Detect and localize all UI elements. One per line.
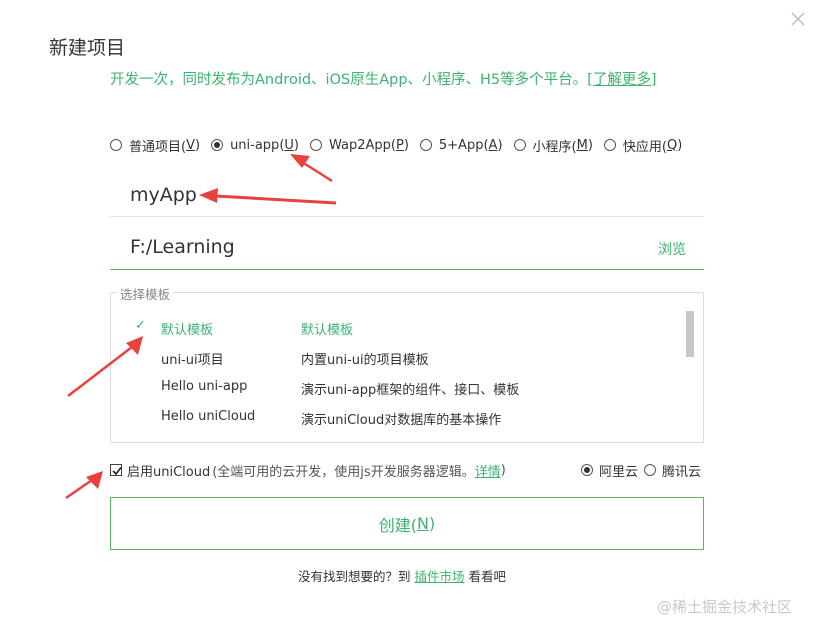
project-location-field: 浏览 — [110, 228, 704, 270]
radio-hotkey: A — [488, 137, 498, 153]
create-label-end: ) — [428, 514, 436, 533]
project-name-field — [110, 176, 704, 217]
radio-label: uni-app( — [230, 137, 285, 153]
template-item-hello-unicloud[interactable]: Hello uniCloud 演示uniCloud对数据库的基本操作 — [111, 407, 681, 429]
radio-label-end: ) — [194, 137, 201, 153]
template-name: Hello uniCloud — [161, 409, 256, 424]
dialog-subtitle: 开发一次，同时发布为Android、iOS原生App、小程序、H5等多个平台。[… — [110, 68, 657, 89]
template-desc: 默认模板 — [301, 323, 354, 338]
radio-label: 腾讯云 — [662, 464, 702, 480]
unicloud-label[interactable]: 启用uniCloud — [127, 461, 210, 480]
template-scrollbar[interactable] — [686, 311, 694, 357]
radio-circle[interactable] — [603, 139, 616, 151]
radio-5plus-app[interactable]: 5+App(A) — [419, 137, 503, 153]
learn-more-link[interactable]: [了解更多] — [587, 72, 656, 88]
template-name: uni-ui项目 — [161, 353, 224, 368]
radio-circle[interactable] — [211, 139, 224, 151]
checkmark-icon — [112, 467, 122, 476]
check-icon: ✓ — [135, 318, 146, 333]
radio-label: 普通项目( — [129, 139, 187, 155]
radio-label-end: ) — [587, 137, 593, 153]
radio-label-end: ) — [403, 137, 409, 153]
close-icon[interactable] — [789, 10, 807, 28]
radio-circle[interactable] — [644, 464, 657, 476]
cloud-provider-group: 阿里云 腾讯云 — [581, 461, 707, 480]
template-name: Hello uni-app — [161, 379, 248, 394]
radio-mini-program[interactable]: 小程序(M) — [513, 136, 593, 155]
annotation-arrow-unicloud — [65, 471, 103, 500]
template-list: ✓ 默认模板 默认模板 uni-ui项目 内置uni-ui的项目模板 Hello… — [110, 292, 704, 443]
radio-hotkey: M — [576, 137, 588, 153]
unicloud-details-link[interactable]: 详情 — [475, 461, 501, 480]
radio-label: 小程序( — [532, 139, 577, 155]
radio-circle[interactable] — [419, 139, 432, 151]
template-legend: 选择模板 — [117, 284, 174, 303]
radio-normal-project[interactable]: 普通项目(V) — [110, 136, 200, 155]
radio-circle[interactable] — [309, 139, 322, 151]
template-item-uni-ui[interactable]: uni-ui项目 内置uni-ui的项目模板 — [111, 347, 681, 369]
footer-prefix: 没有找到想要的？到 — [298, 569, 415, 584]
project-location-input[interactable] — [110, 228, 630, 266]
radio-label-end: ) — [293, 137, 299, 153]
plugin-market-link[interactable]: 插件市场 — [414, 569, 464, 584]
create-label: 创建( — [378, 515, 418, 535]
dialog-title: 新建项目 — [49, 37, 126, 59]
radio-hotkey: V — [186, 137, 195, 153]
radio-circle[interactable] — [513, 139, 526, 151]
radio-uni-app[interactable]: uni-app(U) — [211, 138, 299, 153]
radio-hotkey: P — [395, 137, 404, 153]
radio-label: Wap2App( — [328, 137, 396, 153]
radio-label: 阿里云 — [599, 464, 639, 480]
radio-hotkey: Q — [666, 137, 678, 153]
subtitle-text: 开发一次，同时发布为Android、iOS原生App、小程序、H5等多个平台。 — [110, 72, 588, 88]
radio-tencent-cloud[interactable]: 腾讯云 — [644, 461, 701, 480]
footer-hint: 没有找到想要的？到 插件市场 看看吧 — [298, 566, 506, 585]
radio-hotkey: U — [284, 137, 294, 153]
radio-aliyun[interactable]: 阿里云 — [581, 461, 638, 480]
footer-suffix: 看看吧 — [464, 569, 506, 584]
template-desc: 演示uniCloud对数据库的基本操作 — [301, 413, 502, 428]
template-name: 默认模板 — [161, 323, 214, 338]
radio-label-end: ) — [677, 137, 683, 153]
browse-button[interactable]: 浏览 — [658, 239, 686, 259]
radio-label-end: ) — [497, 137, 503, 153]
project-name-input[interactable] — [110, 176, 630, 214]
radio-wap2app[interactable]: Wap2App(P) — [309, 137, 409, 153]
template-item-hello-uni-app[interactable]: Hello uni-app 演示uni-app框架的组件、接口、模板 — [111, 377, 681, 399]
template-item-default[interactable]: ✓ 默认模板 默认模板 — [111, 317, 681, 339]
radio-label: 快应用( — [622, 139, 667, 155]
template-desc: 演示uni-app框架的组件、接口、模板 — [301, 383, 520, 398]
unicloud-checkbox[interactable] — [110, 464, 122, 476]
radio-label: 5+App( — [438, 137, 489, 153]
create-hotkey: N — [417, 514, 429, 533]
project-type-group: 普通项目(V) uni-app(U) Wap2App(P) 5+App(A) 小… — [110, 136, 693, 155]
watermark: @稀土掘金技术社区 — [657, 598, 793, 616]
template-desc: 内置uni-ui的项目模板 — [301, 353, 429, 368]
radio-circle[interactable] — [110, 139, 122, 151]
unicloud-option: 启用uniCloud (全端可用的云开发，使用js开发服务器逻辑。 详情 ) — [110, 461, 506, 480]
create-button[interactable]: 创建(N) — [110, 497, 704, 550]
unicloud-desc-end: ) — [500, 462, 506, 478]
unicloud-desc: (全端可用的云开发，使用js开发服务器逻辑。 — [212, 464, 475, 480]
radio-quick-app[interactable]: 快应用(Q) — [603, 136, 683, 155]
radio-circle[interactable] — [581, 464, 593, 476]
